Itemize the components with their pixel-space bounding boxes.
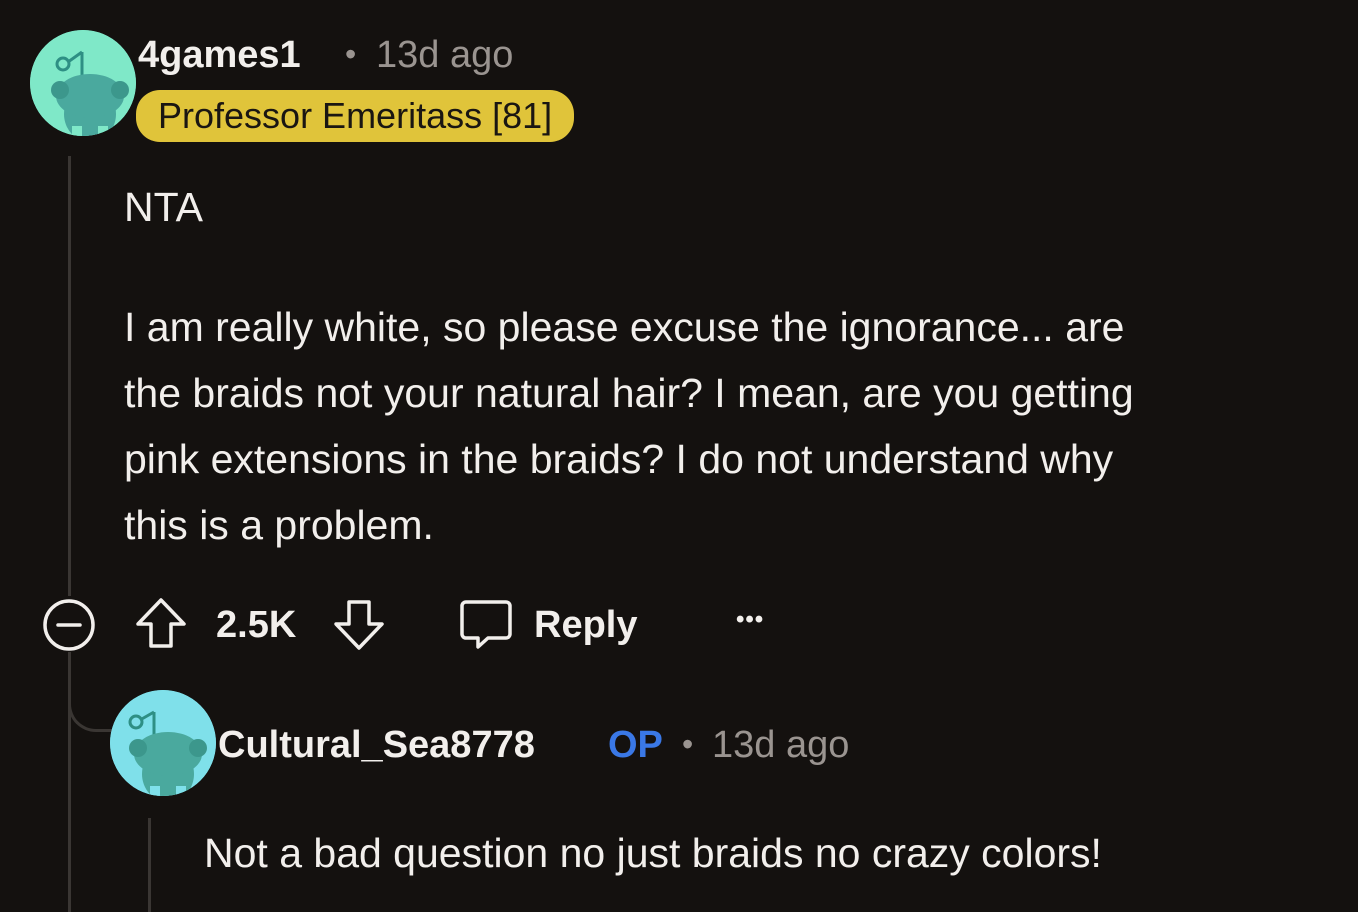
user-flair: Professor Emeritass [81] — [136, 90, 575, 142]
thread-connector — [68, 652, 112, 732]
upvote-button[interactable] — [134, 596, 188, 652]
comment-paragraph: NTA — [124, 184, 203, 230]
comment-timestamp[interactable]: 13d ago — [376, 34, 513, 77]
snoo-icon — [110, 690, 216, 796]
reply-timestamp[interactable]: 13d ago — [712, 724, 849, 767]
comment-body: NTA I am really white, so please excuse … — [124, 174, 1344, 558]
downvote-arrow-icon — [334, 600, 384, 650]
comment-line: the braids not your natural hair? I mean… — [124, 370, 1134, 416]
comment-thread: 4games1 • 13d ago Professor Emeritass [8… — [0, 0, 1358, 912]
collapse-icon — [43, 599, 95, 651]
comment-line: this is a problem. — [124, 502, 434, 548]
reply-label: Reply — [534, 604, 638, 646]
avatar[interactable] — [30, 30, 136, 136]
thread-line-main[interactable] — [68, 156, 71, 596]
comment-username[interactable]: 4games1 — [138, 34, 301, 77]
snoo-icon — [30, 30, 136, 136]
vote-score: 2.5K — [216, 604, 297, 646]
comment-line: pink extensions in the braids? I do not … — [124, 436, 1114, 482]
meta-separator: • — [345, 36, 357, 72]
comment-line: I am really white, so please excuse the … — [124, 304, 1125, 350]
flair-label: Professor Emeritass [81] — [158, 95, 553, 136]
downvote-button[interactable] — [332, 596, 386, 652]
more-options-button[interactable]: ••• — [736, 606, 764, 634]
avatar[interactable] — [110, 690, 216, 796]
speech-bubble-icon — [460, 600, 512, 649]
reply-body: Not a bad question no just braids no cra… — [204, 830, 1102, 876]
reply-username[interactable]: Cultural_Sea8778 — [218, 724, 535, 767]
collapse-button[interactable] — [42, 598, 96, 652]
meta-separator: • — [682, 726, 694, 762]
upvote-arrow-icon — [136, 598, 186, 648]
reply-button[interactable]: Reply — [458, 596, 648, 656]
thread-line-reply[interactable] — [148, 818, 151, 912]
op-badge: OP — [608, 724, 663, 766]
